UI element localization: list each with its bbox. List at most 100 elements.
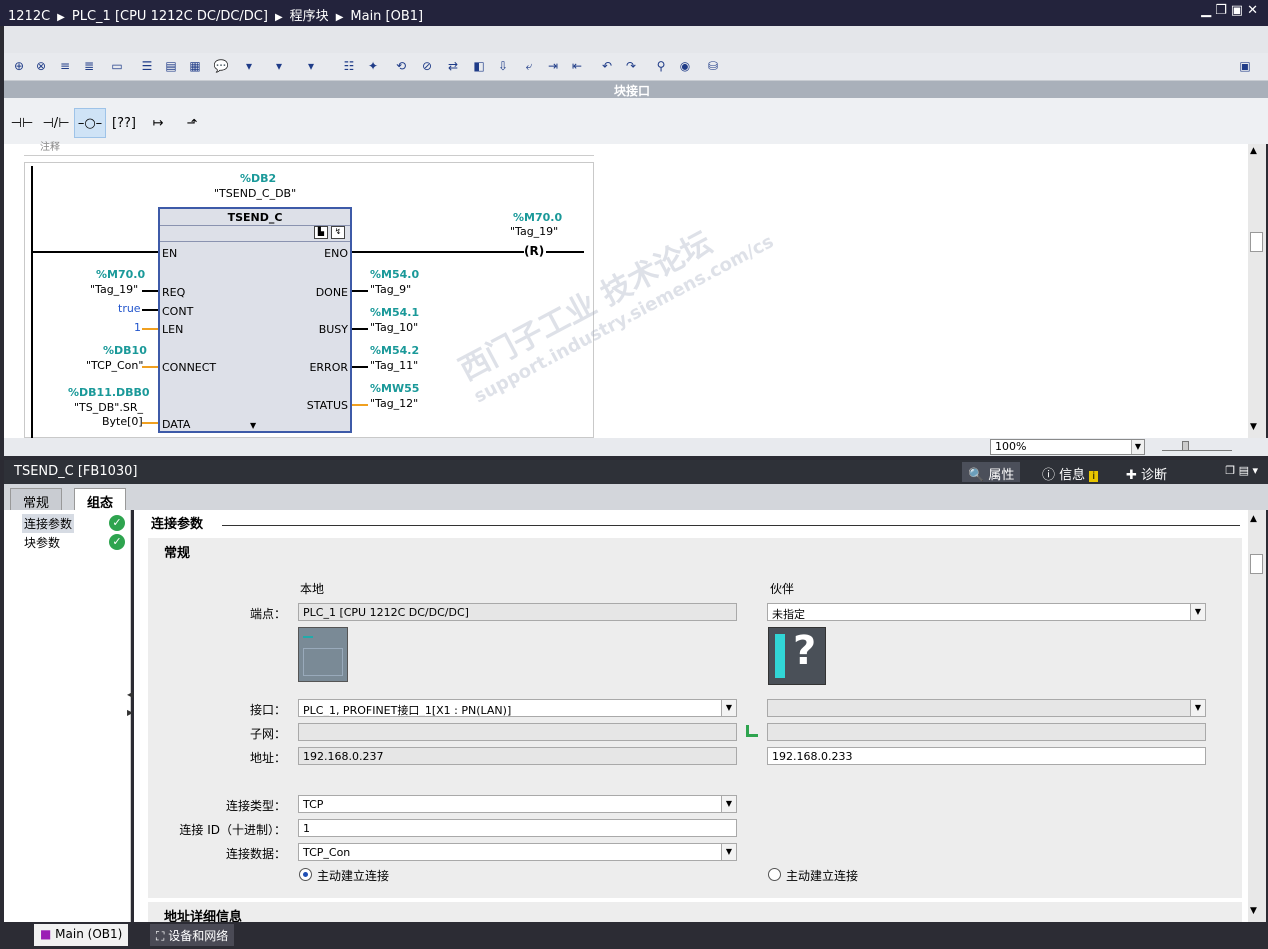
goto-error-icon[interactable]: ⊘ — [418, 57, 436, 75]
scroll-up-icon[interactable]: ▲ — [1250, 514, 1257, 524]
scroll-thumb[interactable] — [1250, 554, 1263, 574]
open-branch-icon[interactable]: ↦ — [142, 108, 174, 138]
scroll-down-icon[interactable]: ▼ — [1250, 906, 1257, 916]
close-icon[interactable]: ✕ — [1247, 3, 1262, 18]
task-main-ob1[interactable]: ■ Main (OB1) — [34, 924, 129, 946]
empty-box-icon[interactable]: [??] — [108, 108, 140, 138]
coil-address[interactable]: %M70.0 — [513, 211, 562, 224]
connect-name[interactable]: "TCP_Con" — [86, 359, 143, 372]
open-all-networks-icon[interactable]: ☰ — [138, 57, 156, 75]
float-icon[interactable]: ▣ — [1231, 3, 1247, 18]
network-comment-label[interactable]: 注释 — [40, 138, 60, 153]
diagnostic-icon[interactable]: ↯ — [331, 226, 345, 239]
cont-value[interactable]: true — [118, 302, 141, 315]
compare-icon[interactable]: ⇄ — [444, 57, 462, 75]
status-name[interactable]: "Tag_12" — [370, 397, 418, 410]
nav-block-params[interactable]: 块参数 — [22, 533, 62, 552]
online-monitoring-icon[interactable]: ◉ — [676, 57, 694, 75]
conn-type-select[interactable]: TCP ▼ — [298, 795, 737, 813]
tab-info[interactable]: ⓘ 信息 i — [1036, 462, 1104, 483]
tag-info-icon[interactable]: ▾ — [270, 57, 288, 75]
req-name[interactable]: "Tag_19" — [90, 283, 138, 296]
scroll-down-icon[interactable]: ▼ — [1250, 422, 1257, 432]
error-name[interactable]: "Tag_11" — [370, 359, 418, 372]
tab-diagnostics[interactable]: ✚ 诊断 — [1120, 462, 1173, 483]
subtab-configuration[interactable]: 组态 — [74, 488, 127, 511]
call-icon[interactable]: ⤶ — [520, 57, 538, 75]
no-contact-icon[interactable]: ⊣⊢ — [6, 108, 38, 138]
chevron-down-icon[interactable]: ▼ — [721, 700, 736, 716]
scroll-up-icon[interactable]: ▲ — [1250, 146, 1257, 156]
done-address[interactable]: %M54.0 — [370, 268, 419, 281]
close-all-networks-icon[interactable]: ▤ — [162, 57, 180, 75]
insert-row-icon[interactable]: ≡ — [56, 57, 74, 75]
pane-splitter[interactable]: ◀ ▶ — [127, 690, 134, 740]
close-branch-icon[interactable]: ⬏ — [176, 108, 208, 138]
data-name-line1[interactable]: "TS_DB".SR_ — [74, 401, 143, 414]
highlight-icon[interactable]: ✦ — [364, 57, 382, 75]
instance-db-address[interactable]: %DB2 — [240, 172, 276, 185]
database-icon[interactable]: ⛁ — [704, 57, 722, 75]
instance-db-name[interactable]: "TSEND_C_DB" — [214, 187, 296, 200]
expand-icon[interactable]: ▼ — [250, 421, 256, 430]
grid-icon[interactable]: ☷ — [340, 57, 358, 75]
done-name[interactable]: "Tag_9" — [370, 283, 411, 296]
insert-network-icon[interactable]: ⊕ — [10, 57, 28, 75]
add-row-icon[interactable]: ≣ — [80, 57, 98, 75]
reset-icon[interactable]: ▭ — [108, 57, 126, 75]
panel-icon[interactable]: ▣ — [1236, 57, 1254, 75]
tsend-c-block[interactable]: TSEND_C ▙ ↯ EN REQ CONT LEN CONNECT DATA… — [158, 207, 352, 433]
breadcrumb-program-blocks[interactable]: 程序块 — [290, 9, 329, 24]
partner-address-field[interactable]: 192.168.0.233 — [767, 747, 1206, 765]
indent-icon[interactable]: ⇥ — [544, 57, 562, 75]
absolute-operands-icon[interactable]: ▾ — [240, 57, 258, 75]
chevron-down-icon[interactable]: ▼ — [721, 796, 736, 812]
monitor-icon[interactable]: ◧ — [470, 57, 488, 75]
reset-coil[interactable]: (R) — [524, 244, 544, 258]
zoom-select[interactable]: 100% — [990, 439, 1145, 455]
inspector-window-controls[interactable]: ❐ ▤ ▾ — [1225, 464, 1258, 477]
delete-network-icon[interactable]: ⊗ — [32, 57, 50, 75]
data-name-line2[interactable]: Byte[0] — [102, 415, 143, 428]
comments-icon[interactable]: 💬 — [212, 57, 230, 75]
breadcrumb-project[interactable]: 1212C — [8, 9, 50, 24]
configure-icon[interactable]: ▙ — [314, 226, 328, 239]
task-devices-networks[interactable]: ⛶ 设备和网络 — [150, 924, 235, 946]
inspector-vertical-scrollbar[interactable]: ▲ ▼ — [1248, 510, 1266, 922]
error-address[interactable]: %M54.2 — [370, 344, 419, 357]
req-address[interactable]: %M70.0 — [96, 268, 145, 281]
busy-name[interactable]: "Tag_10" — [370, 321, 418, 334]
collapse-left-icon[interactable]: ◀ — [127, 690, 133, 699]
goto-icon[interactable]: ⟲ — [392, 57, 410, 75]
step-back-icon[interactable]: ↶ — [598, 57, 616, 75]
zoom-slider-knob[interactable] — [1182, 441, 1189, 451]
zoom-dropdown-icon[interactable]: ▼ — [1131, 440, 1144, 454]
search-icon[interactable]: ⚲ — [652, 57, 670, 75]
breadcrumb-plc[interactable]: PLC_1 [CPU 1212C DC/DC/DC] — [72, 9, 268, 24]
coil-icon[interactable]: –○– — [74, 108, 106, 138]
len-value[interactable]: 1 — [134, 321, 141, 334]
tag-list-icon[interactable]: ▾ — [302, 57, 320, 75]
conn-data-select[interactable]: TCP_Con ▼ — [298, 843, 737, 861]
coil-name[interactable]: "Tag_19" — [510, 225, 558, 238]
expand-right-icon[interactable]: ▶ — [127, 708, 133, 717]
partner-endpoint-select[interactable]: 未指定 ▼ — [767, 603, 1206, 621]
busy-address[interactable]: %M54.1 — [370, 306, 419, 319]
partner-active-radio[interactable] — [768, 868, 781, 881]
nc-contact-icon[interactable]: ⊣/⊢ — [40, 108, 72, 138]
outdent-icon[interactable]: ⇤ — [568, 57, 586, 75]
minimize-icon[interactable]: ▁ — [1201, 3, 1215, 18]
status-address[interactable]: %MW55 — [370, 382, 419, 395]
zoom-slider[interactable] — [1162, 441, 1232, 451]
favorites-icon[interactable]: ▦ — [186, 57, 204, 75]
chevron-down-icon[interactable]: ▼ — [721, 844, 736, 860]
tab-properties[interactable]: 🔍 属性 — [962, 462, 1021, 483]
subtab-general[interactable]: 常规 — [10, 488, 63, 511]
connect-address[interactable]: %DB10 — [103, 344, 147, 357]
data-address[interactable]: %DB11.DBB0 — [68, 386, 150, 399]
conn-id-field[interactable]: 1 — [298, 819, 737, 837]
scroll-thumb[interactable] — [1250, 232, 1263, 252]
download-icon[interactable]: ⇩ — [494, 57, 512, 75]
restore-icon[interactable]: ❐ — [1215, 3, 1231, 18]
step-forward-icon[interactable]: ↷ — [622, 57, 640, 75]
